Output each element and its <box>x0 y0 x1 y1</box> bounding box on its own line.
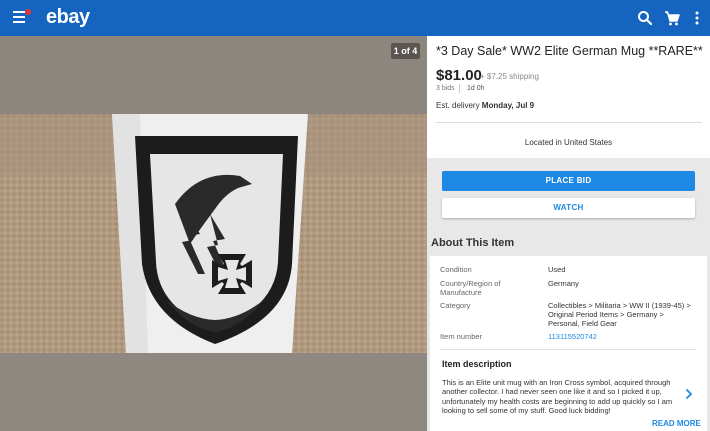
gallery-letterbox-top <box>0 36 427 114</box>
delivery-date: Monday, Jul 9 <box>481 101 535 110</box>
delivery-prefix: Est. delivery <box>436 101 482 110</box>
spec-value-category[interactable]: Collectibles > Militaria > WW II (1939-4… <box>548 301 696 328</box>
more-vert-icon[interactable] <box>688 9 706 27</box>
read-more-link[interactable]: READ MORE <box>652 419 701 428</box>
watch-button[interactable]: WATCH <box>442 198 695 218</box>
estimated-delivery: Est. delivery Monday, Jul 9 <box>436 101 534 110</box>
mug-photo-illustration <box>0 114 427 353</box>
about-card: Condition Used Country/Region of Manufac… <box>430 256 707 431</box>
image-counter: 1 of 4 <box>391 43 420 59</box>
place-bid-button[interactable]: PLACE BID <box>442 171 695 191</box>
listing-summary: *3 Day Sale* WW2 Elite German Mug **RARE… <box>427 36 710 158</box>
divider <box>440 349 696 350</box>
gallery-letterbox-bottom <box>0 353 427 431</box>
spec-value-country: Germany <box>548 279 579 288</box>
item-photo[interactable] <box>0 114 427 353</box>
spec-label-item-number: Item number <box>440 332 483 341</box>
app-bar: ebay <box>0 0 710 36</box>
item-description-text: This is an Elite unit mug with an Iron C… <box>442 378 673 415</box>
spec-label-condition: Condition <box>440 265 472 274</box>
chevron-right-icon[interactable] <box>684 388 694 400</box>
spec-label-country: Country/Region of Manufacture <box>440 279 501 297</box>
notification-dot <box>25 9 31 15</box>
cart-icon[interactable] <box>663 9 681 27</box>
item-location: Located in United States <box>524 138 613 147</box>
menu-icon[interactable] <box>13 9 31 25</box>
spec-value-condition: Used <box>548 265 566 274</box>
listing-title: *3 Day Sale* WW2 Elite German Mug **RARE… <box>436 44 703 58</box>
search-icon[interactable] <box>636 9 654 27</box>
time-left: 1d 0h <box>467 85 485 92</box>
about-heading: About This Item <box>431 237 515 249</box>
ebay-logo[interactable]: ebay <box>46 6 90 29</box>
shipping-cost: + $7.25 shipping <box>480 72 539 81</box>
spec-label-category: Category <box>440 301 471 310</box>
image-gallery[interactable]: 1 of 4 <box>0 36 427 431</box>
bid-count[interactable]: 3 bids <box>436 85 455 92</box>
divider <box>436 122 702 123</box>
current-price: $81.00 <box>436 67 482 84</box>
spec-value-item-number[interactable]: 113115520742 <box>548 332 696 341</box>
divider <box>459 84 460 93</box>
item-description-title: Item description <box>442 359 512 369</box>
